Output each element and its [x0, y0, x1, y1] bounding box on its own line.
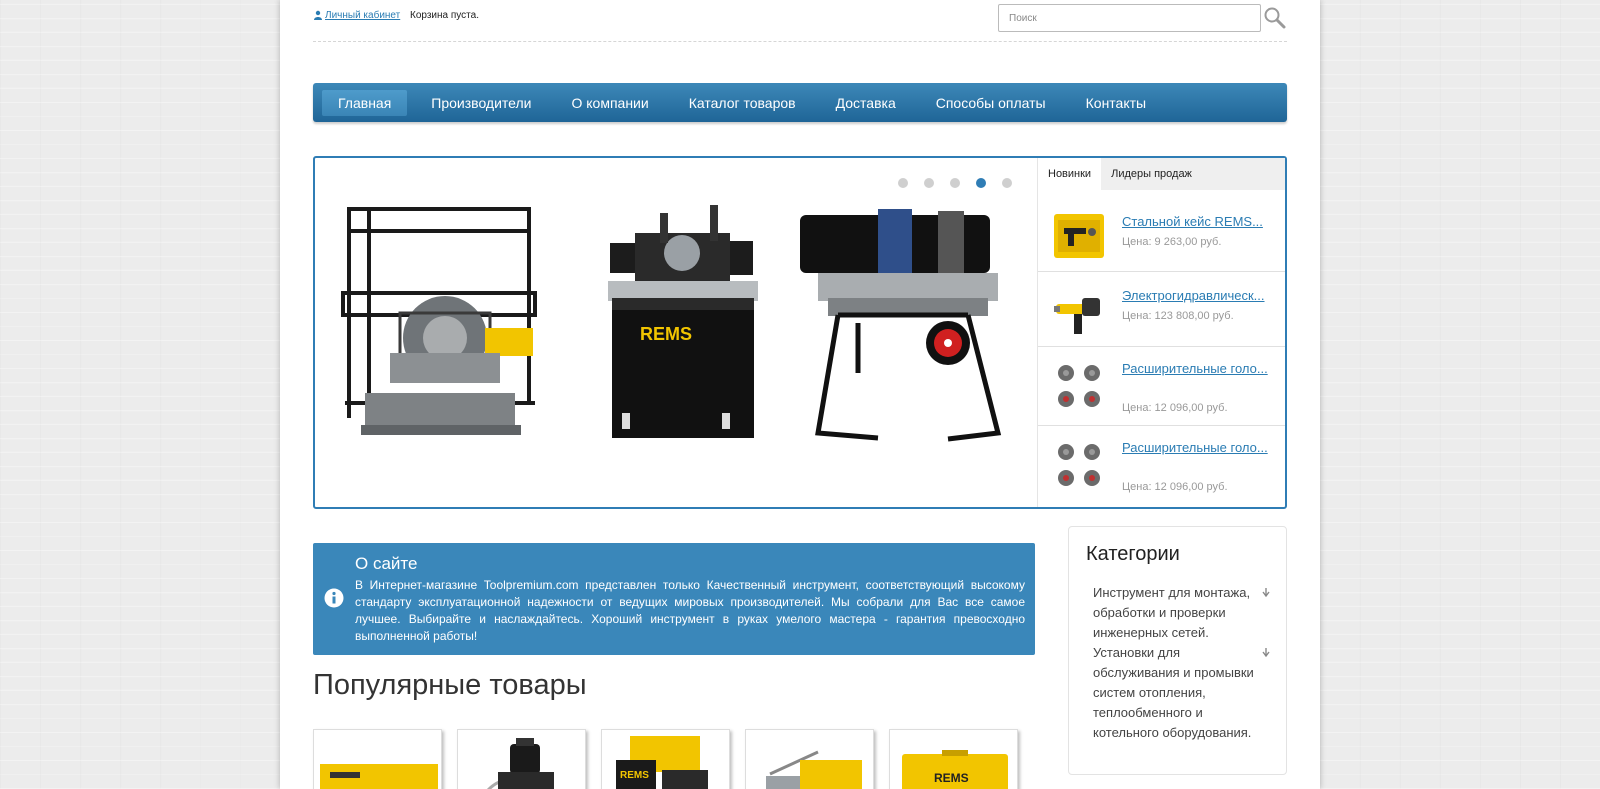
product-item: Расширительные голо... Цена: 12 096,00 р… [1038, 347, 1285, 426]
rems-stand-machine-image[interactable] [798, 203, 1018, 448]
nav-item-contacts[interactable]: Контакты [1066, 90, 1166, 116]
nav-item-delivery[interactable]: Доставка [816, 90, 916, 116]
popular-product-card[interactable] [457, 729, 586, 789]
product-title-link[interactable]: Расширительные голо... [1122, 438, 1272, 457]
about-title: О сайте [355, 554, 418, 573]
rems-box-machine-image[interactable]: REMS [600, 203, 765, 448]
product-image: REMS [616, 736, 708, 789]
product-price: Цена: 9 263,00 руб. [1122, 236, 1222, 248]
arrow-down-icon[interactable] [1261, 647, 1271, 657]
category-item[interactable]: Инструмент для монтажа, обработки и пров… [1093, 583, 1263, 643]
product-item: Стальной кейс REMS... Цена: 9 263,00 руб… [1038, 190, 1285, 272]
product-item: Расширительные голо... Цена: 12 096,00 р… [1038, 426, 1285, 505]
rems-frame-machine-image[interactable] [335, 203, 540, 448]
product-title-link[interactable]: Стальной кейс REMS... [1122, 212, 1272, 231]
feature-slider: REMS Новинки Лидеры продаж Стальной кейс… [313, 156, 1287, 509]
slider-dot[interactable] [1002, 178, 1012, 188]
slider-dot-active[interactable] [976, 178, 986, 188]
categories-panel: Категории Инструмент для монтажа, обрабо… [1068, 526, 1287, 775]
product-title-link[interactable]: Электрогидравлическ... [1122, 286, 1272, 305]
cart-status: Корзина пуста. [410, 10, 479, 21]
popular-product-card[interactable]: REMS [889, 729, 1018, 789]
nav-item-about[interactable]: О компании [551, 90, 668, 116]
nav-item-payment[interactable]: Способы оплаты [916, 90, 1066, 116]
rems-brand-label: REMS [640, 324, 692, 344]
product-item: Электрогидравлическ... Цена: 123 808,00 … [1038, 272, 1285, 347]
info-icon [324, 588, 344, 608]
nav-item-catalog[interactable]: Каталог товаров [669, 90, 816, 116]
category-item[interactable]: Установки для обслуживания и промывки си… [1093, 643, 1263, 743]
about-text: В Интернет-магазине Toolpremium.com пред… [355, 578, 1025, 643]
popular-product-card[interactable] [745, 729, 874, 789]
hydraulic-tool-thumbnail[interactable] [1052, 284, 1106, 338]
rems-brand-label: REMS [934, 771, 969, 785]
product-title-link[interactable]: Расширительные голо... [1122, 359, 1272, 378]
account-link[interactable]: Личный кабинет [325, 10, 400, 21]
tab-new[interactable]: Новинки [1038, 158, 1102, 190]
tab-bestsellers[interactable]: Лидеры продаж [1101, 158, 1202, 190]
product-price: Цена: 12 096,00 руб. [1122, 402, 1228, 414]
popular-products-title: Популярные товары [313, 669, 587, 701]
nav-item-home[interactable]: Главная [322, 89, 408, 116]
search-input[interactable] [998, 4, 1261, 32]
product-price: Цена: 123 808,00 руб. [1122, 310, 1234, 322]
product-image [486, 738, 554, 789]
product-price: Цена: 12 096,00 руб. [1122, 481, 1228, 493]
popular-product-card[interactable] [313, 729, 442, 789]
user-icon [314, 10, 322, 20]
popular-product-card[interactable]: REMS [601, 729, 730, 789]
nav-item-manufacturers[interactable]: Производители [411, 90, 551, 116]
slider-dot[interactable] [898, 178, 908, 188]
slider-dot[interactable] [924, 178, 934, 188]
page-container: Личный кабинет Корзина пуста. Главная Пр… [280, 0, 1320, 789]
search-icon[interactable] [1263, 6, 1287, 30]
product-image [766, 750, 862, 789]
rems-brand-label: REMS [620, 770, 649, 781]
product-tabs-panel: Новинки Лидеры продаж Стальной кейс REMS… [1037, 158, 1285, 507]
expander-heads-thumbnail[interactable] [1052, 359, 1106, 413]
product-image [320, 764, 438, 789]
expander-heads-thumbnail[interactable] [1052, 438, 1106, 492]
slider-dot[interactable] [950, 178, 960, 188]
about-box: О сайте В Интернет-магазине Toolpremium.… [313, 543, 1035, 655]
arrow-down-icon[interactable] [1261, 587, 1271, 597]
main-nav: Главная Производители О компании Каталог… [313, 83, 1287, 122]
slider-dots [898, 178, 1012, 188]
product-tabs: Новинки Лидеры продаж [1038, 158, 1285, 190]
steel-case-thumbnail[interactable] [1052, 210, 1106, 264]
categories-title: Категории [1086, 543, 1180, 565]
product-image: REMS [902, 750, 1008, 789]
top-bar: Личный кабинет Корзина пуста. [313, 0, 1287, 42]
